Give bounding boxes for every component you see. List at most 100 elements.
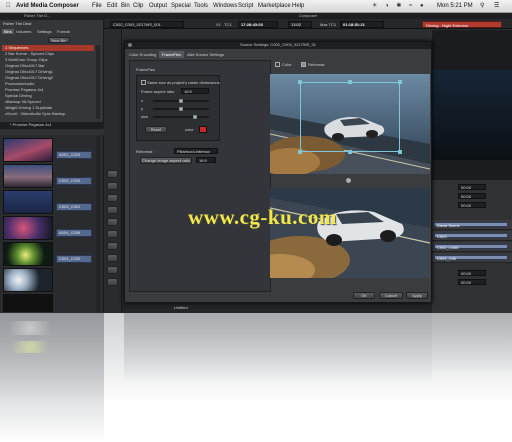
crop-handle[interactable] xyxy=(398,150,402,154)
project-window-title: Fisher The D... xyxy=(24,13,51,18)
tool-button[interactable] xyxy=(107,182,118,190)
dialog-tabs: Color Encoding FrameFlex Alkit Source Se… xyxy=(127,51,277,58)
clip-thumbnail[interactable] xyxy=(3,242,53,266)
y-slider[interactable] xyxy=(153,107,209,111)
menu-edit[interactable]: Edit xyxy=(107,0,117,13)
menu-script[interactable]: Script xyxy=(238,0,253,13)
clip-thumbnail[interactable] xyxy=(3,216,53,240)
project-scrollbar[interactable] xyxy=(96,45,100,119)
close-icon[interactable] xyxy=(128,43,132,47)
color-checkbox[interactable] xyxy=(275,62,280,67)
clip-thumbnail[interactable] xyxy=(3,268,53,292)
tool-button[interactable] xyxy=(107,206,118,214)
list-icon[interactable]: ☰ xyxy=(494,0,499,13)
bin-scrollbar[interactable] xyxy=(96,136,100,312)
tab-settings[interactable]: Settings xyxy=(37,29,51,34)
crop-handle[interactable] xyxy=(398,80,402,84)
timeline-clip[interactable]: C002_C003 xyxy=(434,244,508,250)
clip-thumbnail[interactable] xyxy=(3,294,53,312)
tool-button[interactable] xyxy=(107,194,118,202)
clip-name-bar[interactable]: A001_C003 xyxy=(56,151,92,159)
timeline-clip[interactable]: C003 xyxy=(434,233,508,239)
menu-special[interactable]: Special xyxy=(171,0,191,13)
tool-button[interactable] xyxy=(107,266,118,274)
preview-divider-knob[interactable] xyxy=(346,178,351,183)
slider-knob[interactable] xyxy=(179,107,183,111)
tab-format[interactable]: Format xyxy=(57,29,70,34)
timeline-timecode: 00:00 xyxy=(458,193,486,199)
project-window: Fisher The D... Fisher The Deal Bins Vol… xyxy=(0,13,104,137)
color-swatch[interactable] xyxy=(199,126,207,133)
slider-knob[interactable] xyxy=(193,115,197,119)
tab-color-encoding[interactable]: Color Encoding xyxy=(129,52,156,57)
crop-frame[interactable] xyxy=(300,82,400,152)
menu-clip[interactable]: Clip xyxy=(133,0,143,13)
timeline: 00:00 00:00 00:00 Zama Scene C003 C002_C… xyxy=(432,180,512,313)
bin-item[interactable]: zScroll - VideoAudio Sync Backup xyxy=(2,111,94,117)
clip-name-bar[interactable]: C003_C001 xyxy=(56,203,92,211)
timeline-clip-label: C003 xyxy=(437,234,447,239)
tool-button[interactable] xyxy=(107,230,118,238)
crop-handle[interactable] xyxy=(298,80,302,84)
menu-marketplace[interactable]: Marketplace xyxy=(258,0,291,13)
tab-frameflex[interactable]: FrameFlex xyxy=(159,51,185,58)
apply-button[interactable]: Apply xyxy=(406,292,428,299)
clip-thumbnail[interactable] xyxy=(3,164,53,188)
app-menu[interactable]: Avid Media Composer xyxy=(16,0,79,13)
source-preview xyxy=(270,74,430,174)
reset-button[interactable]: Reset xyxy=(145,126,167,133)
tool-button[interactable] xyxy=(107,242,118,250)
frameflex-box: Same size as project's raster dimensions… xyxy=(136,75,220,141)
menu-bar:  Avid Media Composer File Edit Bin Clip… xyxy=(0,0,512,13)
ok-button[interactable]: OK xyxy=(353,292,375,299)
crop-handle[interactable] xyxy=(298,150,302,154)
change-aspect-ratio-select[interactable]: 16:9 xyxy=(196,157,216,163)
size-slider[interactable] xyxy=(153,115,209,119)
crop-handle[interactable] xyxy=(348,150,352,154)
menu-file[interactable]: File xyxy=(92,0,102,13)
bin-list: 1 Sequences 2 Bar Scene - Synced Clips 3… xyxy=(2,45,94,117)
x-slider[interactable] xyxy=(153,99,209,103)
tool-button[interactable] xyxy=(107,254,118,262)
tool-button[interactable] xyxy=(107,218,118,226)
timeline-timecode: 00:00 xyxy=(458,270,486,276)
tool-button[interactable] xyxy=(107,278,118,286)
reformat-label: Reformat xyxy=(136,149,153,154)
crop-handle[interactable] xyxy=(348,80,352,84)
same-size-checkbox[interactable]: Same size as project's raster dimensions xyxy=(141,80,220,86)
new-bin-button[interactable]: New Bin xyxy=(48,37,70,43)
timeline-track: C001_C00 xyxy=(432,253,512,263)
apple-icon[interactable]:  xyxy=(6,0,11,13)
clip-name-bar[interactable]: C001_C005 xyxy=(56,255,92,263)
slider-knob[interactable] xyxy=(179,99,183,103)
menu-tools[interactable]: Tools xyxy=(194,0,208,13)
change-aspect-ratio-button[interactable]: Change image aspect ratio xyxy=(140,157,192,164)
clip-thumbnail[interactable] xyxy=(3,138,53,162)
timeline-clip[interactable]: Zama Scene xyxy=(434,222,508,228)
tool-button[interactable] xyxy=(107,170,118,178)
reformat-select[interactable]: Pillarbox/Letterbox xyxy=(174,148,218,154)
clip-name-bar[interactable]: A004_C006 xyxy=(56,229,92,237)
menu-bin[interactable]: Bin xyxy=(121,0,130,13)
source-clip-menu[interactable]: C002_C003_0217WS_001 xyxy=(110,21,184,28)
reformat-preview-image xyxy=(270,188,430,278)
timeline-clip-label: C002_C003 xyxy=(437,245,459,250)
cancel-button[interactable]: Cancel xyxy=(379,292,403,299)
bin-toolbar xyxy=(0,129,104,135)
menu-help[interactable]: Help xyxy=(292,0,304,13)
clip-thumbnail[interactable] xyxy=(3,190,53,214)
track-label: V1 xyxy=(216,22,221,27)
frame-ratio-select[interactable]: 16:9 xyxy=(181,88,209,94)
reformat-checkbox[interactable] xyxy=(301,62,306,67)
menu-windows[interactable]: Windows xyxy=(213,0,237,13)
tab-alkit-source-settings[interactable]: Alkit Source Settings xyxy=(187,52,224,57)
color-label: color xyxy=(185,127,194,132)
timeline-clip[interactable]: C001_C00 xyxy=(434,255,508,261)
clip-name-bar[interactable]: C002_C003 xyxy=(56,177,92,185)
tab-bins[interactable]: Bins xyxy=(2,29,14,34)
timeline-track: C003 xyxy=(432,231,512,241)
search-icon[interactable]: ⚲ xyxy=(480,0,484,13)
sequence-name-bar[interactable]: Driving - Night Exteriors xyxy=(422,21,502,28)
menu-output[interactable]: Output xyxy=(149,0,167,13)
tab-volumes[interactable]: Volumes xyxy=(16,29,31,34)
